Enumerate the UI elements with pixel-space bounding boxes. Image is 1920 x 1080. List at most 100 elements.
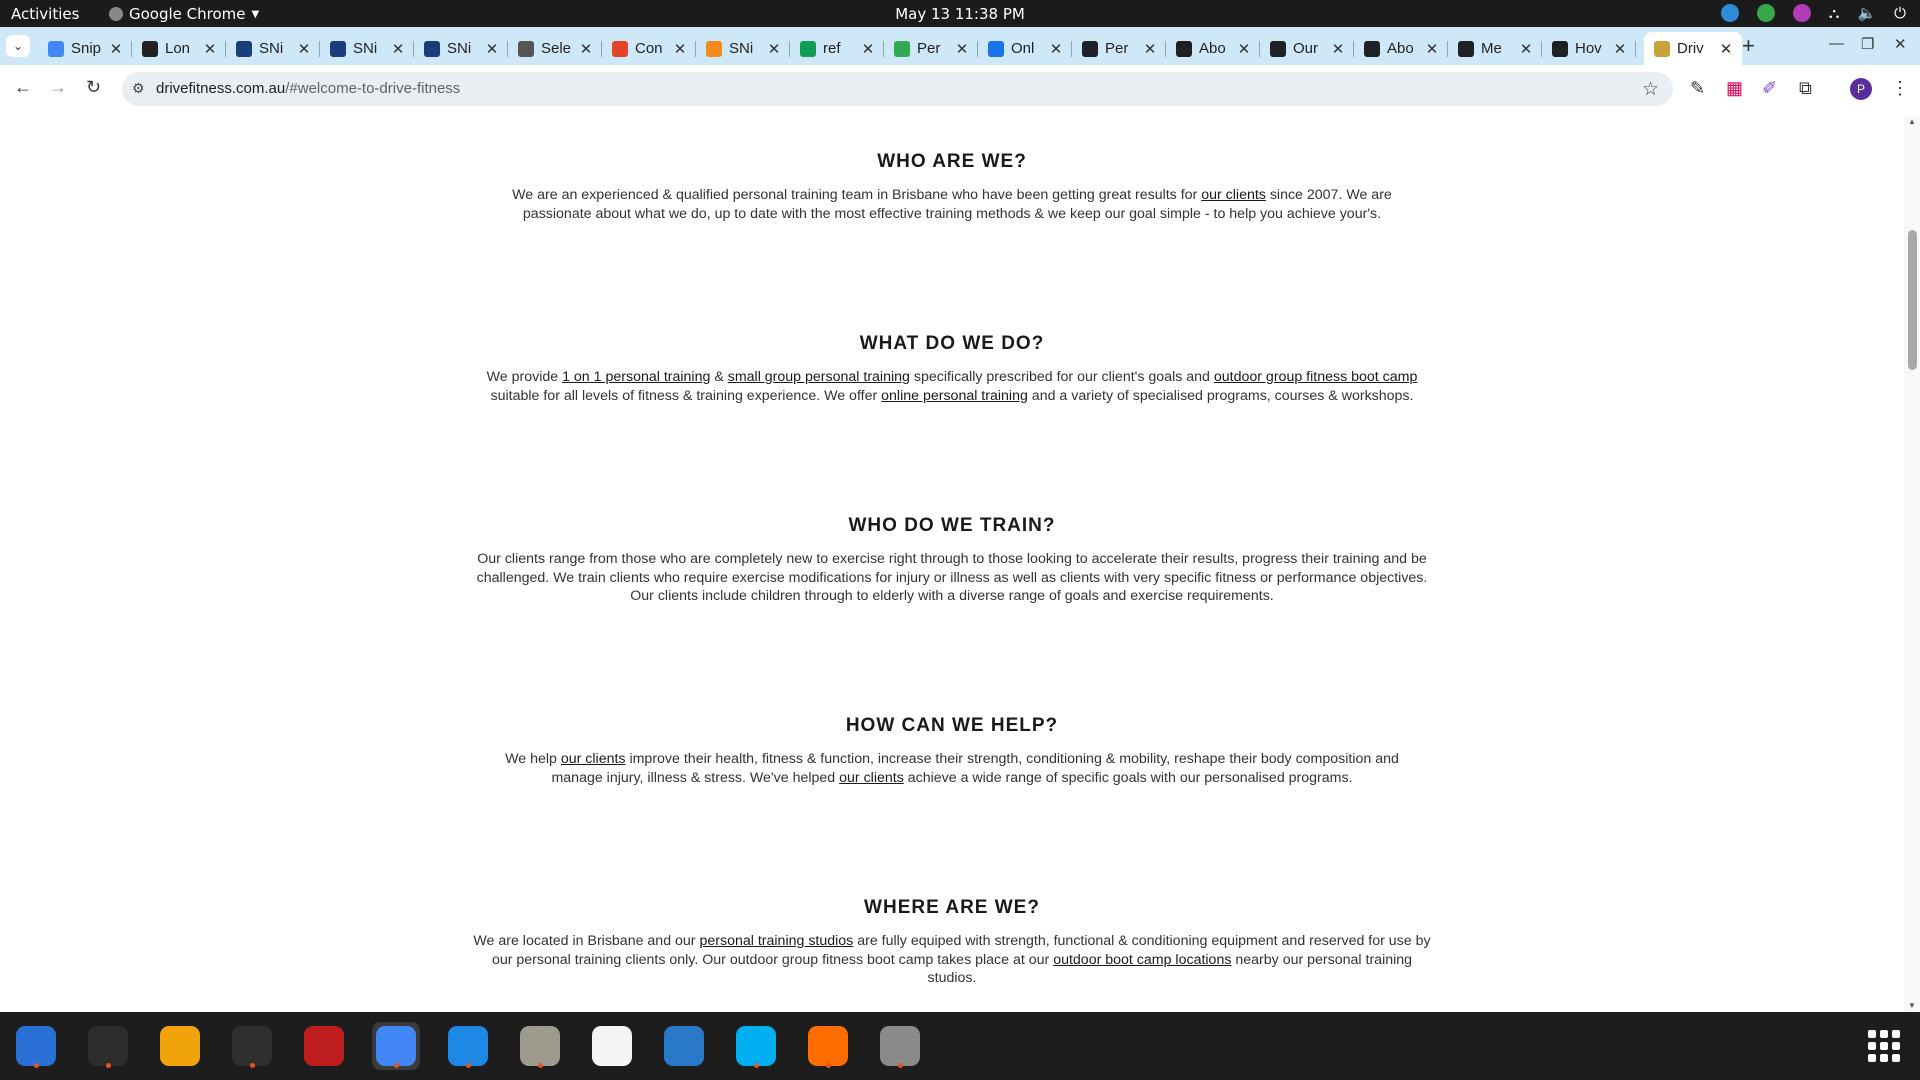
tab-7[interactable]: SNi ✕ bbox=[696, 32, 790, 65]
profile-avatar[interactable]: P bbox=[1850, 78, 1872, 100]
inline-link[interactable]: small group personal training bbox=[728, 369, 910, 385]
site-info-icon[interactable]: ⚙ bbox=[132, 80, 145, 97]
tab-1[interactable]: Lon ✕ bbox=[132, 32, 226, 65]
tab-16[interactable]: Hov ✕ bbox=[1542, 32, 1636, 65]
calculator-icon[interactable] bbox=[156, 1022, 204, 1070]
extensions-puzzle-icon[interactable]: ⧉ bbox=[1799, 78, 1812, 99]
tab-11[interactable]: Per ✕ bbox=[1072, 32, 1166, 65]
maximize-button[interactable]: ❐ bbox=[1861, 35, 1874, 53]
menu-kebab-icon[interactable]: ⋮ bbox=[1891, 78, 1909, 99]
sync-icon[interactable] bbox=[1720, 4, 1739, 22]
close-tab-icon[interactable]: ✕ bbox=[200, 40, 220, 58]
minimize-button[interactable]: — bbox=[1829, 35, 1844, 52]
network-icon[interactable]: ⛬ bbox=[1829, 4, 1840, 22]
tab-title: Snip bbox=[71, 40, 102, 57]
inline-link[interactable]: outdoor group fitness boot camp bbox=[1214, 369, 1417, 385]
libreoffice-writer-icon[interactable] bbox=[660, 1022, 708, 1070]
disk-utility-icon[interactable] bbox=[876, 1022, 924, 1070]
section-heading: WHERE ARE WE? bbox=[864, 897, 1040, 918]
check-icon[interactable] bbox=[1756, 4, 1775, 22]
close-tab-icon[interactable]: ✕ bbox=[764, 40, 784, 58]
color-picker-icon[interactable] bbox=[1792, 4, 1811, 22]
tab-13[interactable]: Our ✕ bbox=[1260, 32, 1354, 65]
scroll-up-icon[interactable]: ▲ bbox=[1908, 117, 1916, 126]
new-tab-button[interactable]: + bbox=[1742, 33, 1755, 59]
close-tab-icon[interactable]: ✕ bbox=[670, 40, 690, 58]
skype-icon[interactable] bbox=[732, 1022, 780, 1070]
system-monitor-icon[interactable] bbox=[228, 1022, 276, 1070]
terminal-icon[interactable] bbox=[84, 1022, 132, 1070]
close-tab-icon[interactable]: ✕ bbox=[388, 40, 408, 58]
inline-link[interactable]: personal training studios bbox=[699, 933, 853, 949]
tab-0[interactable]: Snip ✕ bbox=[38, 32, 132, 65]
close-tab-icon[interactable]: ✕ bbox=[1046, 40, 1066, 58]
inline-link[interactable]: our clients bbox=[1201, 187, 1266, 203]
vscode-icon[interactable] bbox=[444, 1022, 492, 1070]
tab-3[interactable]: SNi ✕ bbox=[320, 32, 414, 65]
tab-10[interactable]: Onl ✕ bbox=[978, 32, 1072, 65]
docs-icon bbox=[48, 40, 64, 57]
thunderbird-icon[interactable] bbox=[12, 1022, 60, 1070]
system-tray[interactable]: ⛬ 🔈 ⏻ bbox=[1720, 4, 1906, 22]
files-icon[interactable] bbox=[516, 1022, 564, 1070]
tab-9[interactable]: Per ✕ bbox=[884, 32, 978, 65]
tab-15[interactable]: Me ✕ bbox=[1448, 32, 1542, 65]
section-heading: WHO ARE WE? bbox=[877, 151, 1027, 172]
volume-icon[interactable]: 🔈 bbox=[1857, 4, 1876, 22]
inline-link[interactable]: outdoor boot camp locations bbox=[1053, 952, 1231, 968]
tab-2[interactable]: SNi ✕ bbox=[226, 32, 320, 65]
close-tab-icon[interactable]: ✕ bbox=[106, 40, 126, 58]
tab-14[interactable]: Abo ✕ bbox=[1354, 32, 1448, 65]
close-tab-icon[interactable]: ✕ bbox=[1328, 40, 1348, 58]
chrome-icon[interactable] bbox=[372, 1022, 420, 1070]
dock-glyph bbox=[232, 1026, 272, 1066]
close-tab-icon[interactable]: ✕ bbox=[482, 40, 502, 58]
url-text[interactable]: drivefitness.com.au/#welcome-to-drive-fi… bbox=[156, 80, 460, 97]
scroll-down-icon[interactable]: ▼ bbox=[1908, 1001, 1916, 1010]
dock bbox=[0, 1012, 1920, 1080]
show-applications-icon[interactable] bbox=[1868, 1030, 1900, 1062]
tab-search-button[interactable]: ⌄ bbox=[6, 35, 30, 57]
close-tab-icon[interactable]: ✕ bbox=[1716, 40, 1736, 58]
tab-17[interactable]: Driv ✕ bbox=[1644, 32, 1742, 65]
inline-link[interactable]: 1 on 1 personal training bbox=[562, 369, 710, 385]
inline-link[interactable]: online personal training bbox=[881, 388, 1028, 404]
close-tab-icon[interactable]: ✕ bbox=[1234, 40, 1254, 58]
close-tab-icon[interactable]: ✕ bbox=[1610, 40, 1630, 58]
close-tab-icon[interactable]: ✕ bbox=[858, 40, 878, 58]
close-tab-icon[interactable]: ✕ bbox=[576, 40, 596, 58]
tab-4[interactable]: SNi ✕ bbox=[414, 32, 508, 65]
close-tab-icon[interactable]: ✕ bbox=[1516, 40, 1536, 58]
close-tab-icon[interactable]: ✕ bbox=[952, 40, 972, 58]
tab-8[interactable]: ref ✕ bbox=[790, 32, 884, 65]
forward-button[interactable]: → bbox=[49, 77, 67, 98]
openai-icon bbox=[1082, 40, 1098, 57]
bookmark-star-icon[interactable]: ☆ bbox=[1642, 78, 1659, 101]
close-tab-icon[interactable]: ✕ bbox=[1140, 40, 1160, 58]
tab-6[interactable]: Con ✕ bbox=[602, 32, 696, 65]
tab-12[interactable]: Abo ✕ bbox=[1166, 32, 1260, 65]
inline-link[interactable]: our clients bbox=[561, 751, 626, 767]
inline-link[interactable]: our clients bbox=[839, 770, 904, 786]
address-bar[interactable]: ⚙ drivefitness.com.au/#welcome-to-drive-… bbox=[122, 72, 1673, 106]
close-tab-icon[interactable]: ✕ bbox=[1422, 40, 1442, 58]
close-tab-icon[interactable]: ✕ bbox=[294, 40, 314, 58]
text-editor-icon[interactable] bbox=[588, 1022, 636, 1070]
page-scrollbar[interactable]: ▲ ▼ bbox=[1904, 115, 1920, 1012]
calendar-extension-icon[interactable]: ▦ bbox=[1726, 78, 1743, 99]
scrollbar-thumb[interactable] bbox=[1908, 230, 1917, 370]
page-content: WHO ARE WE? We are an experienced & quali… bbox=[0, 115, 1904, 1012]
pen-extension-icon[interactable]: ✐ bbox=[1762, 78, 1777, 99]
power-icon[interactable]: ⏻ bbox=[1894, 4, 1906, 22]
paragraph-text: We are located in Brisbane and our bbox=[473, 933, 700, 949]
eyedropper-extension-icon[interactable]: ✎ bbox=[1690, 78, 1705, 99]
filezilla-icon[interactable] bbox=[300, 1022, 348, 1070]
reload-button[interactable]: ↻ bbox=[86, 77, 101, 98]
tab-5[interactable]: Sele ✕ bbox=[508, 32, 602, 65]
back-button[interactable]: ← bbox=[14, 77, 32, 98]
clock[interactable]: May 13 11:38 PM bbox=[0, 5, 1920, 23]
openai-icon bbox=[1270, 40, 1286, 57]
firefox-dev-icon[interactable] bbox=[804, 1022, 852, 1070]
paragraph-text: Our clients range from those who are com… bbox=[476, 551, 1428, 604]
close-window-button[interactable]: ✕ bbox=[1894, 35, 1907, 53]
